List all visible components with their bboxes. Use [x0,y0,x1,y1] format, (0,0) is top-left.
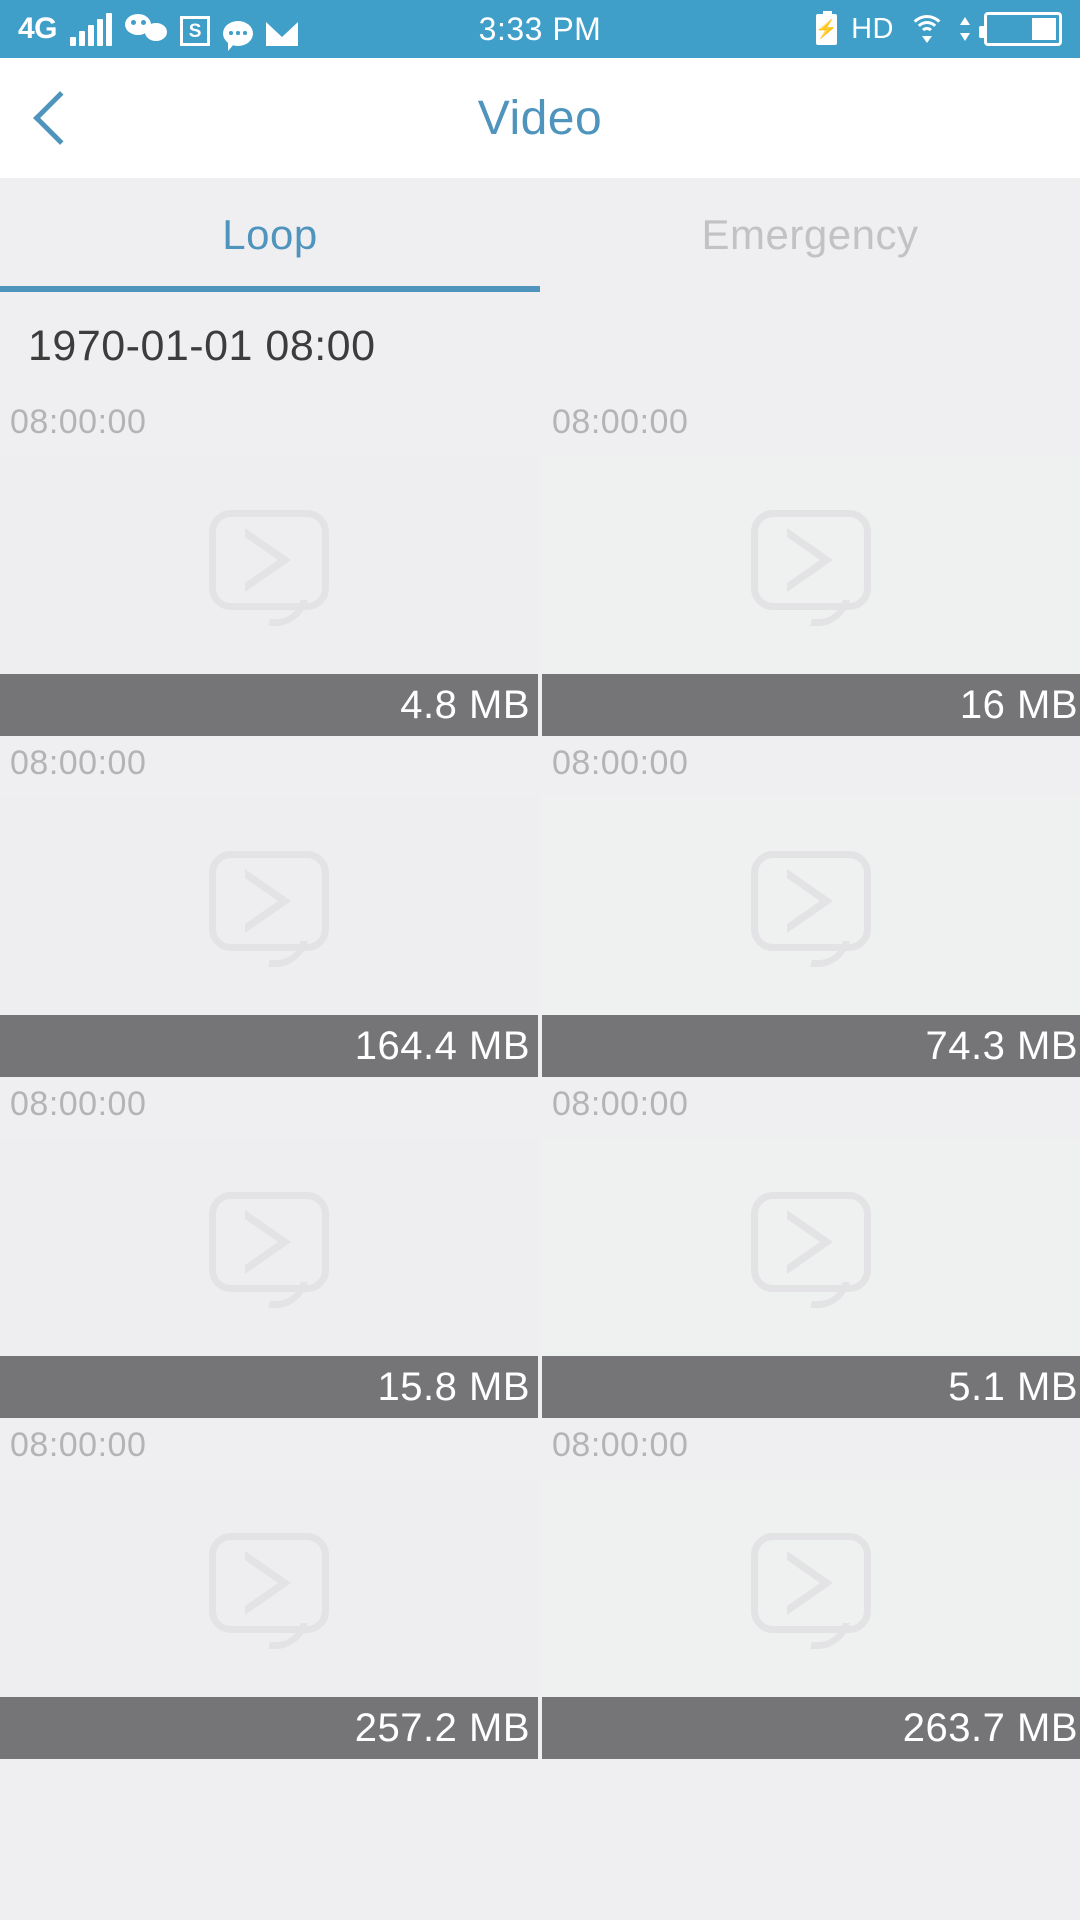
status-bar-left: 4G S [18,12,299,51]
video-cell[interactable]: 08:00:00 74.3 MB [540,736,1080,1077]
mail-icon [266,22,299,46]
video-thumbnail[interactable] [0,1479,538,1697]
video-cell[interactable]: 08:00:00 164.4 MB [0,736,540,1077]
status-bar-right: ⚡ HD [815,10,1062,46]
video-thumbnail[interactable] [0,1138,538,1356]
video-cell[interactable]: 08:00:00 5.1 MB [540,1077,1080,1418]
video-timestamp: 08:00:00 [10,1426,147,1464]
network-type-label: 4G [18,12,58,45]
video-timestamp: 08:00:00 [552,1085,689,1123]
video-cell[interactable]: 08:00:00 16 MB [540,395,1080,736]
video-timestamp: 08:00:00 [10,403,147,441]
video-cell[interactable]: 08:00:00 15.8 MB [0,1077,540,1418]
video-play-placeholder-icon [751,1533,871,1649]
video-play-placeholder-icon [751,510,871,626]
video-cell[interactable]: 08:00:00 4.8 MB [0,395,540,736]
video-file-size: 4.8 MB [0,674,538,736]
video-cell[interactable]: 08:00:00 257.2 MB [0,1418,540,1759]
battery-icon [979,12,1062,46]
wifi-icon [908,15,946,43]
video-play-placeholder-icon [751,851,871,967]
video-thumbnail[interactable] [0,797,538,1015]
battery-charging-icon: ⚡ [815,10,838,45]
video-play-placeholder-icon [209,1533,329,1649]
video-file-size: 5.1 MB [542,1356,1080,1418]
tab-bar: Loop Emergency [0,178,1080,292]
video-file-size: 257.2 MB [0,1697,538,1759]
video-file-size: 263.7 MB [542,1697,1080,1759]
video-thumbnail[interactable] [542,1479,1080,1697]
video-thumbnail[interactable] [542,1138,1080,1356]
video-timestamp: 08:00:00 [552,744,689,782]
screenshot-s-icon: S [180,16,211,46]
video-timestamp: 08:00:00 [10,744,147,782]
video-file-size: 16 MB [542,674,1080,736]
video-thumbnail[interactable] [0,456,538,674]
video-thumbnail[interactable] [542,456,1080,674]
video-timestamp: 08:00:00 [10,1085,147,1123]
hd-label: HD [851,12,894,45]
video-grid: 08:00:00 4.8 MB 08:00:00 16 MB 08:00:00 164.4… [0,395,1080,1759]
video-file-size: 15.8 MB [0,1356,538,1418]
video-thumbnail[interactable] [542,797,1080,1015]
chat-bubble-icon [223,21,254,51]
video-timestamp: 08:00:00 [552,1426,689,1464]
page-title: Video [477,91,603,145]
tab-emergency-label: Emergency [701,211,919,258]
video-play-placeholder-icon [751,1192,871,1308]
wechat-icon [125,12,168,46]
video-play-placeholder-icon [209,851,329,967]
video-file-size: 74.3 MB [542,1015,1080,1077]
video-timestamp: 08:00:00 [552,403,689,441]
video-list[interactable]: 1970-01-01 08:00 08:00:00 4.8 MB 08:00:00 1… [0,292,1080,1920]
video-file-size: 164.4 MB [0,1015,538,1077]
date-group-header: 1970-01-01 08:00 [28,322,376,370]
app-header: Video [0,58,1080,178]
status-bar: 4G S 3:33 PM ⚡ HD [0,0,1080,58]
signal-bars-icon [70,13,113,46]
data-transfer-icon [960,15,970,43]
tab-loop-label: Loop [222,211,318,258]
tab-active-indicator [0,286,540,292]
video-play-placeholder-icon [209,510,329,626]
app-screen: 4G S 3:33 PM ⚡ HD Video Loop Emergency 1… [0,0,1080,1920]
video-cell[interactable]: 08:00:00 263.7 MB [540,1418,1080,1759]
tab-emergency[interactable]: Emergency [540,178,1080,292]
video-play-placeholder-icon [209,1192,329,1308]
tab-loop[interactable]: Loop [0,178,540,292]
